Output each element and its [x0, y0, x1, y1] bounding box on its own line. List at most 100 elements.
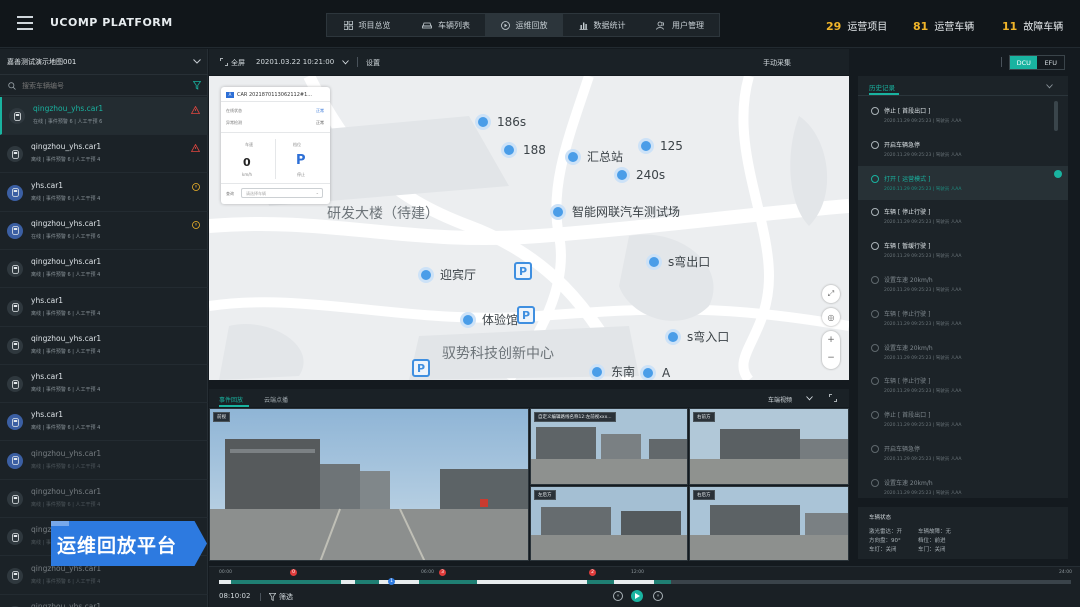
chevron-down-icon[interactable] — [1046, 84, 1053, 89]
history-item[interactable]: 打开 [ 运营模式 ] 2020.11.29 09:25:23 | 驾驶员 人AA — [858, 165, 1068, 200]
divider — [357, 57, 358, 67]
history-item[interactable]: 车辆 [ 停止行驶 ] 2020.11.29 09:25:23 | 驾驶员 人AA — [858, 368, 1068, 402]
fullscreen-button[interactable]: 全屏 — [231, 58, 245, 68]
history-item-title: 开启车辆急停 — [884, 446, 921, 453]
history-scrollbar[interactable] — [1054, 101, 1058, 131]
map-view[interactable]: 研发大楼（待建） 驭势科技创新中心 186s 188 汇总站 125 240s … — [209, 76, 849, 380]
map-poi[interactable]: s弯入口 — [665, 328, 729, 345]
history-panel: 历史记录 停止 [ 首段出口 ] 2020.11.29 09:25:23 | 驾驶… — [858, 76, 1068, 498]
map-poi[interactable]: A — [640, 365, 670, 380]
camera-rear-right[interactable]: 右后方 — [689, 486, 849, 561]
map-poi[interactable]: 智能网联汽车测试场 — [550, 203, 680, 220]
map-poi[interactable]: s弯出口 — [646, 253, 710, 270]
timeline-event-marker[interactable]: 0 — [290, 569, 297, 576]
camera-rear-left[interactable]: 左后方 — [530, 486, 688, 561]
playback-timeline: 00:00 06:00 12:00 24:00 0 3 2 1 08:10:02… — [209, 566, 1080, 607]
timeline-event-marker[interactable]: 2 — [589, 569, 596, 576]
map-expand-button[interactable]: ⤢ — [822, 285, 840, 303]
unit-toggle: DCU EFU — [1009, 55, 1065, 70]
vehicle-list-item[interactable]: qingzhou_yhs.car1 在线 | 事件预警 6 | 人工干预 6 — [0, 212, 208, 250]
search-input[interactable] — [22, 79, 172, 93]
map-locate-button[interactable]: ◎ — [822, 308, 840, 326]
vehicle-list-item[interactable]: qingzhou_yhs.car1离线 | 事件预警 6 | 人工干预 4 — [0, 135, 208, 174]
map-poi[interactable]: 186s — [475, 114, 526, 130]
timeline-event-marker[interactable]: 3 — [439, 569, 446, 576]
history-item[interactable]: 车辆 [ 暂缓行驶 ] 2020.11.29 09:25:23 | 驾驶员 人AA — [858, 233, 1068, 267]
dcu-toggle[interactable]: DCU — [1010, 56, 1038, 69]
parking-icon: P — [412, 359, 430, 377]
vehicle-list-item[interactable]: yhs.car1 离线 | 事件预警 6 | 人工干预 4 — [0, 174, 208, 212]
history-item[interactable]: 开启车辆急停 2020.11.29 09:25:23 | 驾驶员 人AA — [858, 436, 1068, 470]
vehicle-name: qingzhou_yhs.car1 — [31, 601, 102, 607]
vehicle-name: yhs.car1 — [31, 410, 64, 420]
history-item-title: 车辆 [ 停止行驶 ] — [884, 378, 931, 386]
map-poi[interactable]: 240s — [614, 167, 665, 183]
timeline-playhead[interactable]: 1 — [388, 578, 395, 585]
history-item[interactable]: 停止 [ 首段出口 ] 2020.11.29 09:25:23 | 驾驶员 人AA — [858, 98, 1068, 132]
history-item[interactable]: 设置车速 20km/h 2020.11.29 09:25:23 | 驾驶员 人AA — [858, 335, 1068, 369]
history-item[interactable]: 车辆 [ 停止行驶 ] 2020.11.29 09:25:23 | 驾驶员 人AA — [858, 199, 1068, 233]
history-item-title: 设置车速 20km/h — [884, 277, 933, 284]
camera-front-left[interactable]: 自定义编辑路线名称12:左前视xxx... — [530, 408, 688, 485]
nav-tab-users[interactable]: 用户管理 — [641, 14, 719, 36]
nav-tab-playback[interactable]: 运维回放 — [485, 14, 563, 36]
history-item-title: 打开 [ 运营模式 ] — [884, 175, 931, 183]
zoom-out-button[interactable]: − — [822, 350, 840, 369]
manual-collect-button[interactable]: 手动采集 — [763, 58, 791, 68]
vehicle-list-item[interactable]: yhs.car1 离线 | 事件预警 6 | 人工干预 4 — [0, 289, 208, 327]
datetime-select[interactable]: 20201.03.22 10:21:00 — [256, 58, 334, 66]
next-icon[interactable]: » — [653, 591, 663, 601]
map-select[interactable]: 嘉善测试演示地图001 — [0, 49, 208, 75]
vehicle-list-item[interactable]: qingzhou_yhs.car1离线 | 事件预警 6 | 人工干预 4 — [0, 250, 208, 289]
bar-chart-icon — [579, 22, 587, 30]
map-poi[interactable]: 汇总站 — [565, 148, 623, 165]
filter-button[interactable]: 筛选 — [279, 592, 293, 602]
nav-tab-vehicles[interactable]: 车辆列表 — [407, 14, 485, 36]
efu-toggle[interactable]: EFU — [1037, 56, 1064, 69]
history-item[interactable]: 车辆 [ 停止行驶 ] 2020.11.29 09:25:23 | 驾驶员 人AA — [858, 301, 1068, 335]
camera-front-right[interactable]: 右前方 — [689, 408, 849, 485]
filter-icon[interactable] — [193, 81, 201, 90]
camera-source-select[interactable]: 车端视频 — [768, 395, 792, 404]
play-button[interactable] — [631, 590, 643, 602]
map-poi[interactable]: 188 — [501, 142, 546, 158]
map-poi[interactable]: 迎宾厅 — [418, 266, 476, 283]
chevron-down-icon[interactable] — [342, 60, 349, 65]
status-dot-icon — [871, 107, 879, 115]
camera-label: 自定义编辑路线名称12:左前视xxx... — [534, 412, 616, 422]
nav-tab-statistics[interactable]: 数据统计 — [563, 14, 641, 36]
menu-icon[interactable] — [17, 16, 33, 30]
zoom-in-button[interactable]: + — [822, 331, 840, 350]
prev-icon[interactable]: « — [613, 591, 623, 601]
tab-cloud-vod[interactable]: 云端点播 — [264, 395, 288, 404]
history-item[interactable]: 设置车速 20km/h 2020.11.29 09:25:23 | 驾驶员 人AA — [858, 470, 1068, 504]
vehicle-list-item[interactable]: qingzhou_yhs.car1离线 | 事件预警 6 | 人工干预 4 — [0, 327, 208, 365]
camera-front[interactable]: 前视 — [209, 408, 529, 561]
filter-icon[interactable] — [269, 593, 276, 601]
history-item[interactable]: 停止 [ 首段出口 ] 2020.11.29 09:25:23 | 驾驶员 人AA — [858, 402, 1068, 436]
nav-label: 项目总览 — [358, 20, 391, 30]
card-label: 在线状态 — [226, 108, 242, 113]
vehicle-list-item[interactable]: qingzhou_yhs.car1离线 | 事件预警 6 | 人工干预 4 — [0, 480, 208, 518]
settings-button[interactable]: 设置 — [366, 58, 380, 68]
map-poi[interactable]: 125 — [638, 138, 683, 154]
vehicle-list-item[interactable]: yhs.car1 离线 | 事件预警 6 | 人工干预 4 — [0, 365, 208, 404]
vehicle-name: qingzhou_yhs.car1 — [31, 142, 102, 152]
vehicle-list-item[interactable]: qingzhou_yhs.car1 在线 | 事件预警 6 | 人工干预 6 — [0, 97, 208, 135]
vehicle-list-item[interactable]: qingzhou_yhs.car1离线 | 事件预警 6 | 人工干预 4 — [0, 442, 208, 480]
fullscreen-icon[interactable] — [220, 58, 228, 66]
vehicle-list-item[interactable]: qingzhou_yhs.car1离线 | 事件预警 6 | 人工干预 4 — [0, 595, 208, 607]
nav-tab-overview[interactable]: 项目总览 — [327, 14, 407, 36]
history-item[interactable]: 开启车辆急停 2020.11.29 09:25:23 | 驾驶员 人AA — [858, 132, 1068, 166]
play-icon[interactable] — [1054, 169, 1062, 178]
vehicle-list-item[interactable]: yhs.car1 离线 | 事件预警 6 | 人工干预 4 — [0, 403, 208, 442]
card-vehicle-select[interactable]: 请选择车辆 ⌄ — [241, 188, 323, 198]
fullscreen-icon[interactable] — [829, 394, 837, 402]
chevron-down-icon[interactable] — [806, 396, 813, 401]
status-item: 车门：关闭 — [918, 547, 946, 553]
map-poi[interactable]: 体验馆 — [460, 311, 518, 328]
map-poi[interactable]: 东南 — [589, 363, 635, 380]
tab-event-playback[interactable]: 事件回放 — [219, 395, 243, 404]
timeline-track[interactable] — [219, 580, 1071, 584]
history-item[interactable]: 设置车速 20km/h 2020.11.29 09:25:23 | 驾驶员 人AA — [858, 267, 1068, 301]
